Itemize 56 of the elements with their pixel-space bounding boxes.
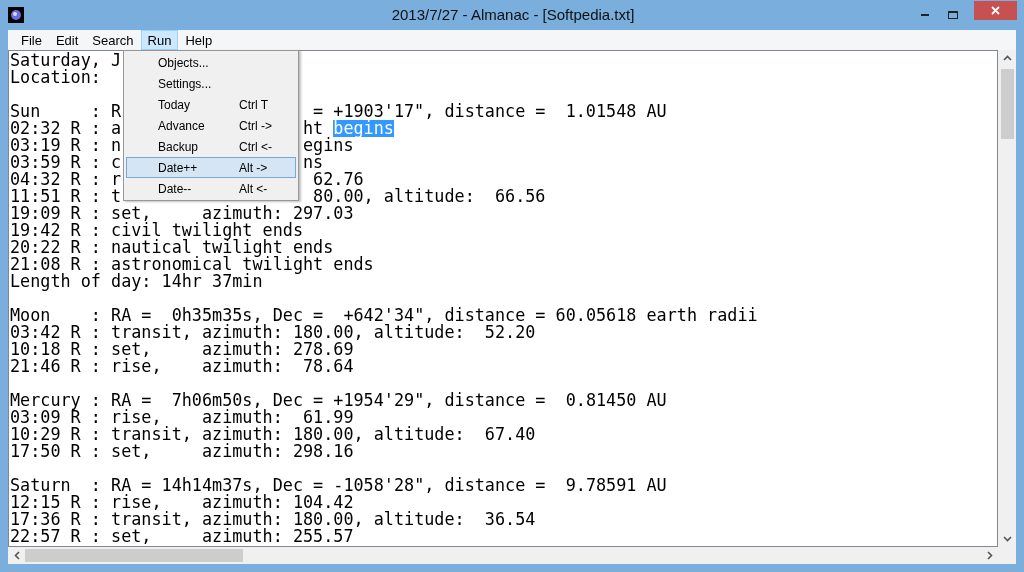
close-icon	[991, 5, 1000, 15]
shortcut-label: Ctrl T	[239, 96, 270, 114]
text-line: Saturn : RA = 14h14m37s, Dec = -1058'28", distance = 9.78591 AU	[10, 475, 667, 495]
scroll-up-icon[interactable]	[1002, 55, 1012, 61]
shortcut-label: Ctrl <-	[239, 138, 273, 156]
text-line: ns	[303, 154, 324, 171]
shortcut-label: Alt <-	[239, 180, 269, 198]
menu-option[interactable]: Objects...	[126, 52, 296, 73]
text-line: 62.76	[312, 171, 364, 188]
scroll-down-icon[interactable]	[1002, 536, 1012, 542]
menu-item[interactable]: Edit	[48, 30, 86, 50]
text-line: 80.00, altitude: 66.56	[312, 188, 546, 205]
app-icon	[8, 7, 24, 23]
text-line: 04:32 R : r	[10, 169, 122, 189]
text-line: 11:51 R : t	[10, 186, 122, 206]
text-line: egins	[303, 137, 354, 154]
selected-text: begins	[333, 120, 394, 137]
scrollbar-thumb[interactable]	[1000, 69, 1014, 139]
menu-option[interactable]: Settings...	[126, 73, 296, 94]
text-area[interactable]	[8, 50, 998, 547]
text-line: Mercury : RA = 7h06m50s, Dec = +1954'29", distance = 0.81450 AU	[10, 390, 667, 410]
shortcut-label: Alt ->	[239, 159, 269, 177]
menu-option[interactable]: Today Ctrl T	[126, 94, 296, 115]
text-line: 10:29 R : transit, azimuth: 180.00, altitude: 67.40	[10, 424, 536, 444]
text-line: 19:42 R : civil twilight ends	[10, 220, 303, 240]
text-line: Length of day: 14hr 37min	[10, 271, 263, 291]
scrollbar-thumb[interactable]	[25, 549, 243, 562]
text-line: 22:57 R : set, azimuth: 255.57	[10, 526, 354, 546]
text-line: ht	[303, 120, 324, 137]
menu-item[interactable]: Run	[140, 30, 179, 50]
text-line: Sun : R	[10, 101, 122, 121]
text-line: Saturday, J	[10, 51, 122, 70]
text-line: 03:42 R : transit, azimuth: 180.00, altitude: 52.20	[10, 322, 536, 342]
text-line: 03:19 R : n	[10, 135, 122, 155]
text-line: Moon : RA = 0h35m35s, Dec = +642'34", distance = 60.05618 earth radii	[10, 305, 758, 325]
scroll-left-icon[interactable]	[13, 551, 20, 560]
text-line: 17:36 R : transit, azimuth: 180.00, altitude: 36.54	[10, 509, 536, 529]
menu-item[interactable]: File	[14, 30, 49, 50]
text-line: 12:15 R : rise, azimuth: 104.42	[10, 492, 354, 512]
menu-option[interactable]: Advance Ctrl ->	[126, 115, 296, 136]
text-line: 19:09 R : set, azimuth: 297.03	[10, 203, 354, 223]
shortcut-label: Ctrl ->	[239, 117, 273, 135]
text-line: 03:59 R : c	[10, 152, 122, 172]
close-button[interactable]	[974, 0, 1017, 20]
text-line: 10:18 R : set, azimuth: 278.69	[10, 339, 354, 359]
window-title: 2013/7/27 - Almanac - [Softpedia.txt]	[391, 4, 635, 25]
menu-option[interactable]: Date-- Alt <-	[126, 178, 296, 199]
menu-item[interactable]: Search	[85, 30, 141, 50]
menu-item[interactable]: Help	[178, 30, 220, 50]
text-line: = +1903'17", distance = 1.01548 AU	[313, 103, 667, 120]
text-line: 02:32 R : a	[10, 118, 122, 138]
text-line: 17:50 R : set, azimuth: 298.16	[10, 441, 354, 461]
menu-option[interactable]: Date++ Alt ->	[126, 157, 296, 178]
menu-option[interactable]: Backup Ctrl <-	[126, 136, 296, 157]
scroll-right-icon[interactable]	[986, 551, 993, 560]
text-line: 21:46 R : rise, azimuth: 78.64	[10, 356, 354, 376]
